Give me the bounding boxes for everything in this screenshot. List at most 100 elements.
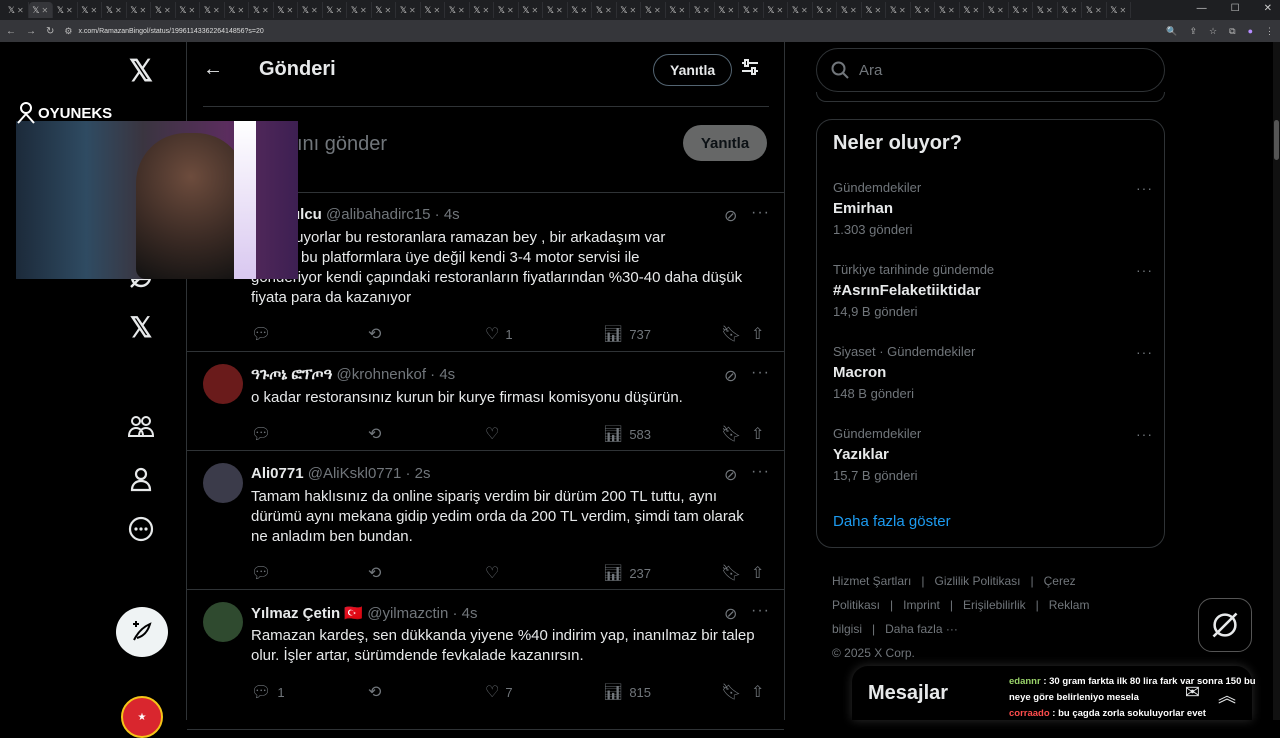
footer-link[interactable]: Hizmet Şartları bbox=[832, 574, 911, 588]
close-tab-icon[interactable]: ✕ bbox=[189, 6, 196, 15]
reload-icon[interactable]: ↻ bbox=[46, 26, 54, 37]
browser-tab[interactable]: 𝕏 ✕ bbox=[886, 2, 911, 18]
close-tab-icon[interactable]: ✕ bbox=[899, 6, 906, 15]
close-tab-icon[interactable]: ✕ bbox=[458, 6, 465, 15]
retweet-action[interactable]: ⟲ bbox=[368, 424, 387, 444]
tweet-time[interactable]: · 4s bbox=[435, 206, 460, 223]
grok-explain-icon[interactable]: ⊘ bbox=[724, 465, 737, 485]
browser-tab[interactable]: 𝕏 ✕ bbox=[1058, 2, 1082, 18]
tweet-handle[interactable]: @yilmazctin bbox=[367, 605, 448, 622]
browser-tab[interactable]: 𝕏 ✕ bbox=[274, 2, 298, 18]
close-tab-icon[interactable]: ✕ bbox=[311, 6, 318, 15]
close-tab-icon[interactable]: ✕ bbox=[997, 6, 1004, 15]
browser-tab[interactable]: 𝕏 ✕ bbox=[911, 2, 935, 18]
tweet-author-name[interactable]: Ali0771 bbox=[251, 465, 304, 482]
zoom-icon[interactable]: 🔍 bbox=[1166, 26, 1177, 37]
browser-tab[interactable]: 𝕏 ✕ bbox=[1082, 2, 1107, 18]
close-tab-icon[interactable]: ✕ bbox=[973, 6, 980, 15]
close-tab-icon[interactable]: ✕ bbox=[1022, 6, 1029, 15]
close-tab-icon[interactable]: ✕ bbox=[483, 6, 490, 15]
forward-icon[interactable]: → bbox=[26, 26, 36, 37]
close-tab-icon[interactable]: ✕ bbox=[507, 6, 514, 15]
share-action[interactable]: ⇧ bbox=[751, 682, 764, 702]
close-tab-icon[interactable]: ✕ bbox=[654, 6, 661, 15]
more-options-icon[interactable]: ··· bbox=[751, 602, 770, 620]
close-tab-icon[interactable]: ✕ bbox=[850, 6, 857, 15]
premium-x-icon[interactable]: 𝕏 bbox=[116, 302, 166, 352]
close-tab-icon[interactable]: ✕ bbox=[17, 6, 24, 15]
close-tab-icon[interactable]: ✕ bbox=[42, 6, 49, 15]
share-action[interactable]: ⇧ bbox=[751, 324, 764, 344]
tweet-avatar[interactable] bbox=[203, 364, 243, 404]
close-tab-icon[interactable]: ✕ bbox=[679, 6, 686, 15]
reply-tweet[interactable]: ዓጉጦኔ ፎፕጦዓ @krohnenkof · 4s ⊘ ··· o kadar… bbox=[187, 352, 784, 451]
browser-tab[interactable]: 𝕏 ✕ bbox=[568, 2, 592, 18]
close-tab-icon[interactable]: ✕ bbox=[409, 6, 416, 15]
reply-action[interactable]: 💬︎ bbox=[251, 324, 277, 344]
grok-floating-button[interactable] bbox=[1198, 598, 1252, 652]
views-action[interactable]: 📊︎ 815 bbox=[603, 682, 651, 702]
close-tab-icon[interactable]: ✕ bbox=[801, 6, 808, 15]
close-tab-icon[interactable]: ✕ bbox=[703, 6, 710, 15]
browser-tab[interactable]: 𝕏 ✕ bbox=[445, 2, 470, 18]
trend-more-icon[interactable]: ··· bbox=[1136, 344, 1153, 360]
browser-tab[interactable]: 𝕏 ✕ bbox=[617, 2, 641, 18]
footer-link[interactable]: Imprint bbox=[903, 598, 940, 612]
browser-tab[interactable]: 𝕏 ✕ bbox=[347, 2, 372, 18]
close-tab-icon[interactable]: ✕ bbox=[115, 6, 122, 15]
share-action[interactable]: ⇧ bbox=[751, 424, 764, 444]
views-action[interactable]: 📊︎ 583 bbox=[603, 424, 651, 444]
close-tab-icon[interactable]: ✕ bbox=[581, 6, 588, 15]
tweet-time[interactable]: · 4s bbox=[430, 366, 455, 383]
reply-composer-input[interactable]: ını gönder bbox=[297, 133, 387, 156]
trend-more-icon[interactable]: ··· bbox=[1136, 426, 1153, 442]
back-arrow-icon[interactable]: ← bbox=[203, 58, 223, 81]
close-tab-icon[interactable]: ✕ bbox=[336, 6, 343, 15]
close-tab-icon[interactable]: ✕ bbox=[66, 6, 73, 15]
tweet-time[interactable]: · 4s bbox=[452, 605, 477, 622]
tweet-handle[interactable]: @AliKskl0771 bbox=[308, 465, 402, 482]
close-tab-icon[interactable]: ✕ bbox=[360, 6, 367, 15]
browser-tab[interactable]: 𝕏 ✕ bbox=[592, 2, 617, 18]
close-tab-icon[interactable]: ✕ bbox=[434, 6, 441, 15]
close-tab-icon[interactable]: ✕ bbox=[532, 6, 539, 15]
browser-tab[interactable]: 𝕏 ✕ bbox=[127, 2, 151, 18]
close-tab-icon[interactable]: ✕ bbox=[948, 6, 955, 15]
account-avatar[interactable]: ★ bbox=[121, 696, 163, 738]
close-window-icon[interactable]: ✕ bbox=[1264, 3, 1272, 14]
close-tab-icon[interactable]: ✕ bbox=[262, 6, 269, 15]
close-tab-icon[interactable]: ✕ bbox=[1071, 6, 1078, 15]
show-more-link[interactable]: Daha fazla göster bbox=[833, 513, 951, 530]
tweet-time[interactable]: · 2s bbox=[406, 465, 431, 482]
tweet-author-name[interactable]: ዓጉጦኔ ፎፕጦዓ bbox=[251, 366, 332, 383]
browser-tab[interactable]: 𝕏 ✕ bbox=[764, 2, 788, 18]
close-tab-icon[interactable]: ✕ bbox=[1046, 6, 1053, 15]
tweet-handle[interactable]: @krohnenkof bbox=[337, 366, 426, 383]
browser-tab[interactable]: 𝕏 ✕ bbox=[1107, 2, 1131, 18]
composer-reply-button[interactable]: Yanıtla bbox=[683, 125, 767, 161]
footer-link[interactable]: Gizlilik Politikası bbox=[934, 574, 1020, 588]
views-action[interactable]: 📊︎ 737 bbox=[603, 324, 651, 344]
trend-item[interactable]: Gündemdekiler Emirhan 1.303 gönderi ··· bbox=[833, 180, 1153, 237]
browser-tab[interactable]: 𝕏 ✕ bbox=[543, 2, 568, 18]
browser-tab[interactable]: 𝕏 ✕ bbox=[298, 2, 323, 18]
browser-tab[interactable]: 𝕏 ✕ bbox=[200, 2, 225, 18]
like-action[interactable]: ♡ 1 bbox=[485, 324, 513, 344]
more-nav-icon[interactable] bbox=[116, 504, 166, 554]
close-tab-icon[interactable]: ✕ bbox=[164, 6, 171, 15]
browser-menu-icon[interactable]: ⋮ bbox=[1265, 26, 1274, 37]
close-tab-icon[interactable]: ✕ bbox=[752, 6, 759, 15]
close-tab-icon[interactable]: ✕ bbox=[1095, 6, 1102, 15]
browser-tab[interactable]: 𝕏 ✕ bbox=[53, 2, 78, 18]
tweet-author-name[interactable]: Yılmaz Çetin bbox=[251, 605, 340, 622]
url-field[interactable]: x.com/RamazanBingol/status/1996114336226… bbox=[78, 28, 263, 35]
profile-icon[interactable]: ● bbox=[1248, 26, 1253, 36]
browser-tab[interactable]: 𝕏 ✕ bbox=[1033, 2, 1058, 18]
browser-tab[interactable]: 𝕏 ✕ bbox=[78, 2, 102, 18]
bookmark-star-icon[interactable]: ☆ bbox=[1209, 26, 1217, 37]
reply-tweet[interactable]: Ali0771 @AliKskl0771 · 2s ⊘ ··· Tamam ha… bbox=[187, 451, 784, 590]
reply-tweet[interactable]: Yılmaz Çetin 🇹🇷 @yilmazctin · 4s ⊘ ··· R… bbox=[187, 590, 784, 730]
close-tab-icon[interactable]: ✕ bbox=[213, 6, 220, 15]
close-tab-icon[interactable]: ✕ bbox=[287, 6, 294, 15]
profile-nav-icon[interactable] bbox=[116, 454, 166, 504]
